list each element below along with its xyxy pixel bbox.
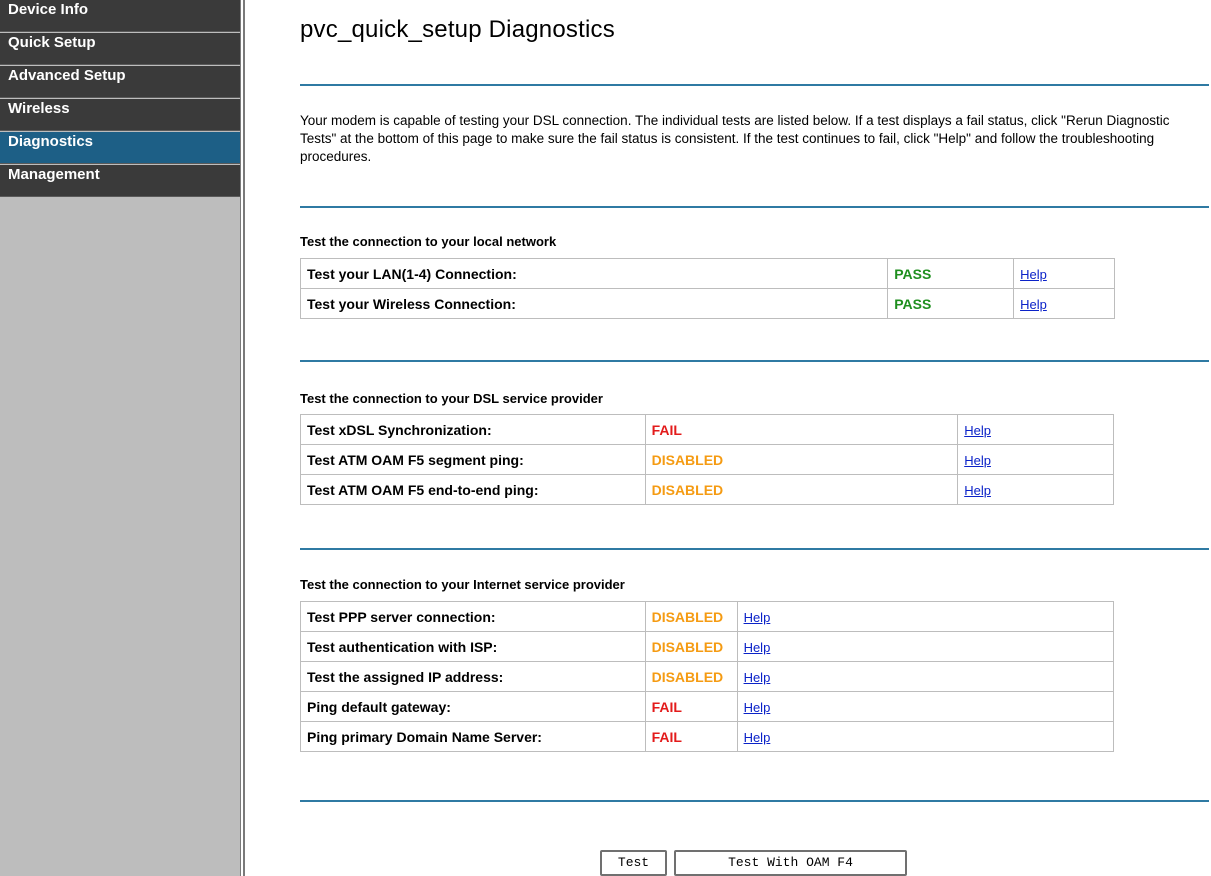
help-cell: Help — [957, 444, 1114, 475]
test-label: Test your LAN(1-4) Connection: — [299, 258, 889, 289]
table-row: Test your Wireless Connection: PASS Help — [299, 288, 1115, 319]
divider — [300, 84, 1209, 86]
sidebar: Device Info Quick Setup Advanced Setup W… — [0, 0, 240, 876]
status-badge: PASS — [887, 288, 1015, 319]
status-badge: FAIL — [644, 414, 959, 445]
sidebar-item-wireless[interactable]: Wireless — [0, 99, 240, 131]
help-cell: Help — [736, 631, 1115, 662]
status-badge: FAIL — [644, 721, 738, 752]
test-label: Ping primary Domain Name Server: — [300, 721, 646, 752]
test-label: Test ATM OAM F5 end-to-end ping: — [300, 474, 646, 505]
help-link[interactable]: Help — [964, 453, 991, 468]
test-label: Test ATM OAM F5 segment ping: — [300, 444, 646, 475]
sidebar-item-label: Diagnostics — [8, 133, 94, 150]
sidebar-nav: Device Info Quick Setup Advanced Setup W… — [0, 0, 240, 197]
test-label: Ping default gateway: — [300, 691, 646, 722]
intro-text: Your modem is capable of testing your DS… — [300, 113, 1170, 164]
divider — [300, 360, 1209, 362]
sidebar-item-management[interactable]: Management — [0, 165, 240, 197]
test-label: Test authentication with ISP: — [300, 631, 646, 662]
local-network-table: Test your LAN(1-4) Connection: PASS Help… — [299, 258, 1115, 319]
test-label: Test the assigned IP address: — [300, 661, 646, 692]
sidebar-item-advanced-setup[interactable]: Advanced Setup — [0, 66, 240, 98]
help-link[interactable]: Help — [744, 610, 771, 625]
sidebar-divider — [240, 0, 245, 876]
divider — [300, 800, 1209, 802]
test-button[interactable]: Test — [600, 850, 667, 876]
help-cell: Help — [736, 601, 1115, 632]
divider — [300, 548, 1209, 550]
table-row: Test ATM OAM F5 end-to-end ping: DISABLE… — [300, 474, 1114, 505]
status-badge: DISABLED — [644, 601, 738, 632]
section-title-isp: Test the connection to your Internet ser… — [300, 577, 625, 592]
table-row: Test authentication with ISP: DISABLED H… — [300, 631, 1115, 662]
sidebar-item-diagnostics[interactable]: Diagnostics — [0, 132, 240, 164]
help-link[interactable]: Help — [964, 423, 991, 438]
sidebar-item-label: Wireless — [8, 100, 70, 117]
status-badge: DISABLED — [644, 444, 959, 475]
help-link[interactable]: Help — [964, 483, 991, 498]
test-label: Test your Wireless Connection: — [299, 288, 889, 319]
sidebar-item-label: Device Info — [8, 1, 89, 18]
status-badge: PASS — [887, 258, 1015, 289]
dsl-provider-table: Test xDSL Synchronization: FAIL Help Tes… — [300, 414, 1114, 505]
help-link[interactable]: Help — [1020, 297, 1047, 312]
sidebar-item-label: Management — [8, 166, 100, 183]
help-link[interactable]: Help — [744, 670, 771, 685]
help-link[interactable]: Help — [744, 640, 771, 655]
status-badge: DISABLED — [644, 474, 959, 505]
status-badge: FAIL — [644, 691, 738, 722]
status-badge: DISABLED — [644, 661, 738, 692]
test-label: Test xDSL Synchronization: — [300, 414, 646, 445]
section-title-local-network: Test the connection to your local networ… — [300, 234, 557, 249]
status-badge: DISABLED — [644, 631, 738, 662]
help-link[interactable]: Help — [744, 730, 771, 745]
test-label: Test PPP server connection: — [300, 601, 646, 632]
table-row: Test ATM OAM F5 segment ping: DISABLED H… — [300, 444, 1114, 475]
help-cell: Help — [1013, 258, 1115, 289]
help-cell: Help — [957, 474, 1114, 505]
help-link[interactable]: Help — [1020, 267, 1047, 282]
help-cell: Help — [736, 661, 1115, 692]
help-cell: Help — [957, 414, 1114, 445]
help-link[interactable]: Help — [744, 700, 771, 715]
table-row: Test the assigned IP address: DISABLED H… — [300, 661, 1115, 692]
test-with-oam-f4-button[interactable]: Test With OAM F4 — [674, 850, 907, 876]
section-title-dsl-provider: Test the connection to your DSL service … — [300, 391, 603, 406]
table-row: Test xDSL Synchronization: FAIL Help — [300, 414, 1114, 445]
help-cell: Help — [736, 721, 1115, 752]
sidebar-item-quick-setup[interactable]: Quick Setup — [0, 33, 240, 65]
table-row: Ping primary Domain Name Server: FAIL He… — [300, 721, 1115, 752]
table-row: Ping default gateway: FAIL Help — [300, 691, 1115, 722]
help-cell: Help — [1013, 288, 1115, 319]
sidebar-item-device-info[interactable]: Device Info — [0, 0, 240, 32]
sidebar-item-label: Quick Setup — [8, 34, 96, 51]
help-cell: Help — [736, 691, 1115, 722]
divider — [300, 206, 1209, 208]
isp-table: Test PPP server connection: DISABLED Hel… — [300, 601, 1115, 752]
table-row: Test your LAN(1-4) Connection: PASS Help — [299, 258, 1115, 289]
sidebar-item-label: Advanced Setup — [8, 67, 126, 84]
table-row: Test PPP server connection: DISABLED Hel… — [300, 601, 1115, 632]
page-title: pvc_quick_setup Diagnostics — [300, 16, 615, 43]
